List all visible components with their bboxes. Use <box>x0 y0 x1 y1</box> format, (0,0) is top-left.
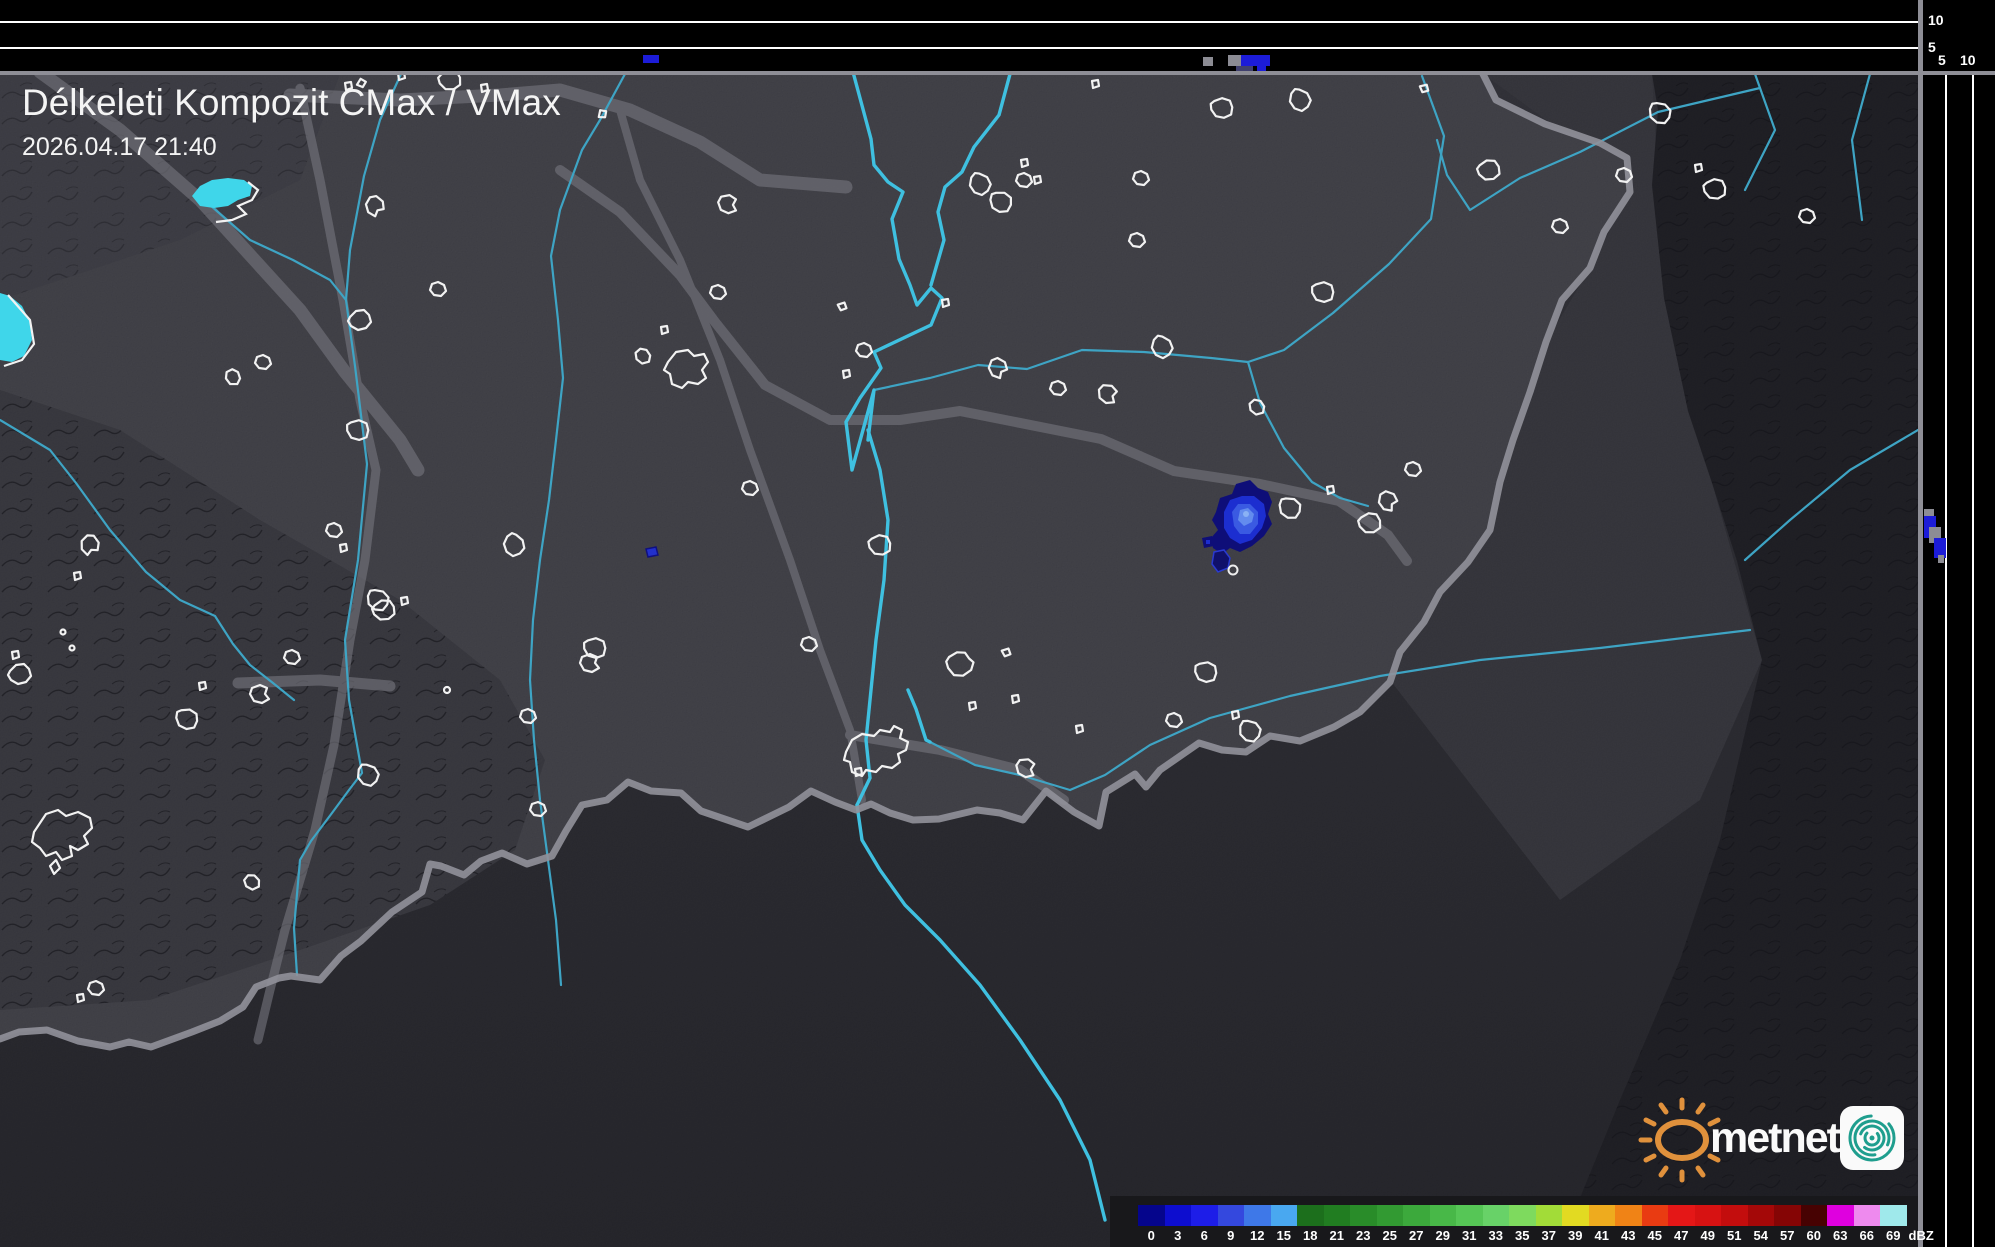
height-axis-label-5: 5 <box>1928 40 1936 54</box>
echo-profile-mark <box>643 55 659 63</box>
dbz-tick-18: 18 <box>1297 1228 1324 1243</box>
echo-profile-mark <box>1228 55 1241 66</box>
height-axis-label-10: 10 <box>1928 13 1944 27</box>
dbz-swatch-39 <box>1562 1205 1589 1226</box>
dbz-swatch-37 <box>1536 1205 1563 1226</box>
dbz-swatch-27 <box>1403 1205 1430 1226</box>
dbz-tick-39: 39 <box>1562 1228 1589 1243</box>
dbz-swatch-15 <box>1271 1205 1298 1226</box>
dbz-tick-69: 69 <box>1880 1228 1907 1243</box>
metnet-logo: metnet <box>1636 1096 1916 1186</box>
dbz-swatch-69 <box>1880 1205 1907 1226</box>
dbz-colorbar-swatches <box>1138 1205 1907 1226</box>
width-axis-label-5: 5 <box>1938 53 1946 67</box>
dbz-tick-57: 57 <box>1774 1228 1801 1243</box>
dbz-tick-27: 27 <box>1403 1228 1430 1243</box>
dbz-tick-54: 54 <box>1748 1228 1775 1243</box>
page-title: Délkeleti Kompozit CMax / VMax <box>22 82 561 124</box>
dbz-tick-29: 29 <box>1430 1228 1457 1243</box>
echo-profile-mark <box>1203 57 1213 66</box>
dbz-tick-31: 31 <box>1456 1228 1483 1243</box>
dbz-swatch-35 <box>1509 1205 1536 1226</box>
profile-axis-corner <box>1923 0 1995 71</box>
right-profile-strip <box>1923 75 1995 1247</box>
height-gridline-10km <box>0 21 1918 23</box>
logo-text: metnet <box>1710 1114 1839 1163</box>
dbz-swatch-41 <box>1589 1205 1616 1226</box>
dbz-swatch-21 <box>1324 1205 1351 1226</box>
dbz-swatch-51 <box>1721 1205 1748 1226</box>
radar-map <box>0 0 1995 1247</box>
dbz-tick-45: 45 <box>1642 1228 1669 1243</box>
dbz-tick-12: 12 <box>1244 1228 1271 1243</box>
dbz-tick-33: 33 <box>1483 1228 1510 1243</box>
dbz-tick-60: 60 <box>1801 1228 1828 1243</box>
dbz-swatch-31 <box>1456 1205 1483 1226</box>
dbz-swatch-12 <box>1244 1205 1271 1226</box>
width-axis-label-10: 10 <box>1960 53 1976 67</box>
dbz-tick-25: 25 <box>1377 1228 1404 1243</box>
title-block: Délkeleti Kompozit CMax / VMax 2026.04.1… <box>22 82 561 162</box>
height-gridline-5km <box>0 47 1918 49</box>
timestamp: 2026.04.17 21:40 <box>22 133 561 162</box>
dbz-swatch-47 <box>1668 1205 1695 1226</box>
dbz-swatch-57 <box>1774 1205 1801 1226</box>
dbz-tick-15: 15 <box>1271 1228 1298 1243</box>
dbz-tick-63: 63 <box>1827 1228 1854 1243</box>
dbz-swatch-49 <box>1695 1205 1722 1226</box>
dbz-tick-51: 51 <box>1721 1228 1748 1243</box>
dbz-swatch-23 <box>1350 1205 1377 1226</box>
dbz-swatch-54 <box>1748 1205 1775 1226</box>
dbz-swatch-60 <box>1801 1205 1828 1226</box>
dbz-tick-41: 41 <box>1589 1228 1616 1243</box>
dbz-swatch-29 <box>1430 1205 1457 1226</box>
dbz-tick-6: 6 <box>1191 1228 1218 1243</box>
dbz-tick-0: 0 <box>1138 1228 1165 1243</box>
dbz-colorbar-labels: 0369121518212325272931333537394143454749… <box>1138 1228 1934 1243</box>
dbz-swatch-45 <box>1642 1205 1669 1226</box>
dbz-unit-label: dBZ <box>1909 1228 1934 1243</box>
dbz-tick-21: 21 <box>1324 1228 1351 1243</box>
echo-profile-mark <box>1938 555 1944 563</box>
dbz-tick-47: 47 <box>1668 1228 1695 1243</box>
dbz-tick-3: 3 <box>1165 1228 1192 1243</box>
map-top-divider <box>0 71 1995 75</box>
dbz-swatch-33 <box>1483 1205 1510 1226</box>
app-spiral-icon <box>1840 1106 1904 1170</box>
dbz-tick-23: 23 <box>1350 1228 1377 1243</box>
dbz-tick-43: 43 <box>1615 1228 1642 1243</box>
height-gridline-10km-v <box>1972 75 1974 1247</box>
dbz-swatch-6 <box>1191 1205 1218 1226</box>
dbz-swatch-18 <box>1297 1205 1324 1226</box>
map-right-divider <box>1918 0 1923 1247</box>
echo-profile-mark <box>1241 55 1270 66</box>
dbz-swatch-25 <box>1377 1205 1404 1226</box>
dbz-tick-35: 35 <box>1509 1228 1536 1243</box>
sun-icon <box>1641 1100 1718 1180</box>
dbz-swatch-63 <box>1827 1205 1854 1226</box>
radar-composite-screen: 10 5 5 10 Délkeleti Kompozit CMax / VMax… <box>0 0 1995 1247</box>
dbz-swatch-9 <box>1218 1205 1245 1226</box>
dbz-swatch-3 <box>1165 1205 1192 1226</box>
dbz-tick-9: 9 <box>1218 1228 1245 1243</box>
dbz-tick-49: 49 <box>1695 1228 1722 1243</box>
dbz-swatch-43 <box>1615 1205 1642 1226</box>
top-profile-strip <box>0 0 1918 71</box>
dbz-swatch-66 <box>1854 1205 1881 1226</box>
dbz-tick-66: 66 <box>1854 1228 1881 1243</box>
dbz-swatch-0 <box>1138 1205 1165 1226</box>
dbz-colorbar-panel: 0369121518212325272931333537394143454749… <box>1110 1196 1918 1247</box>
dbz-tick-37: 37 <box>1536 1228 1563 1243</box>
height-gridline-5km-v <box>1945 75 1947 1247</box>
